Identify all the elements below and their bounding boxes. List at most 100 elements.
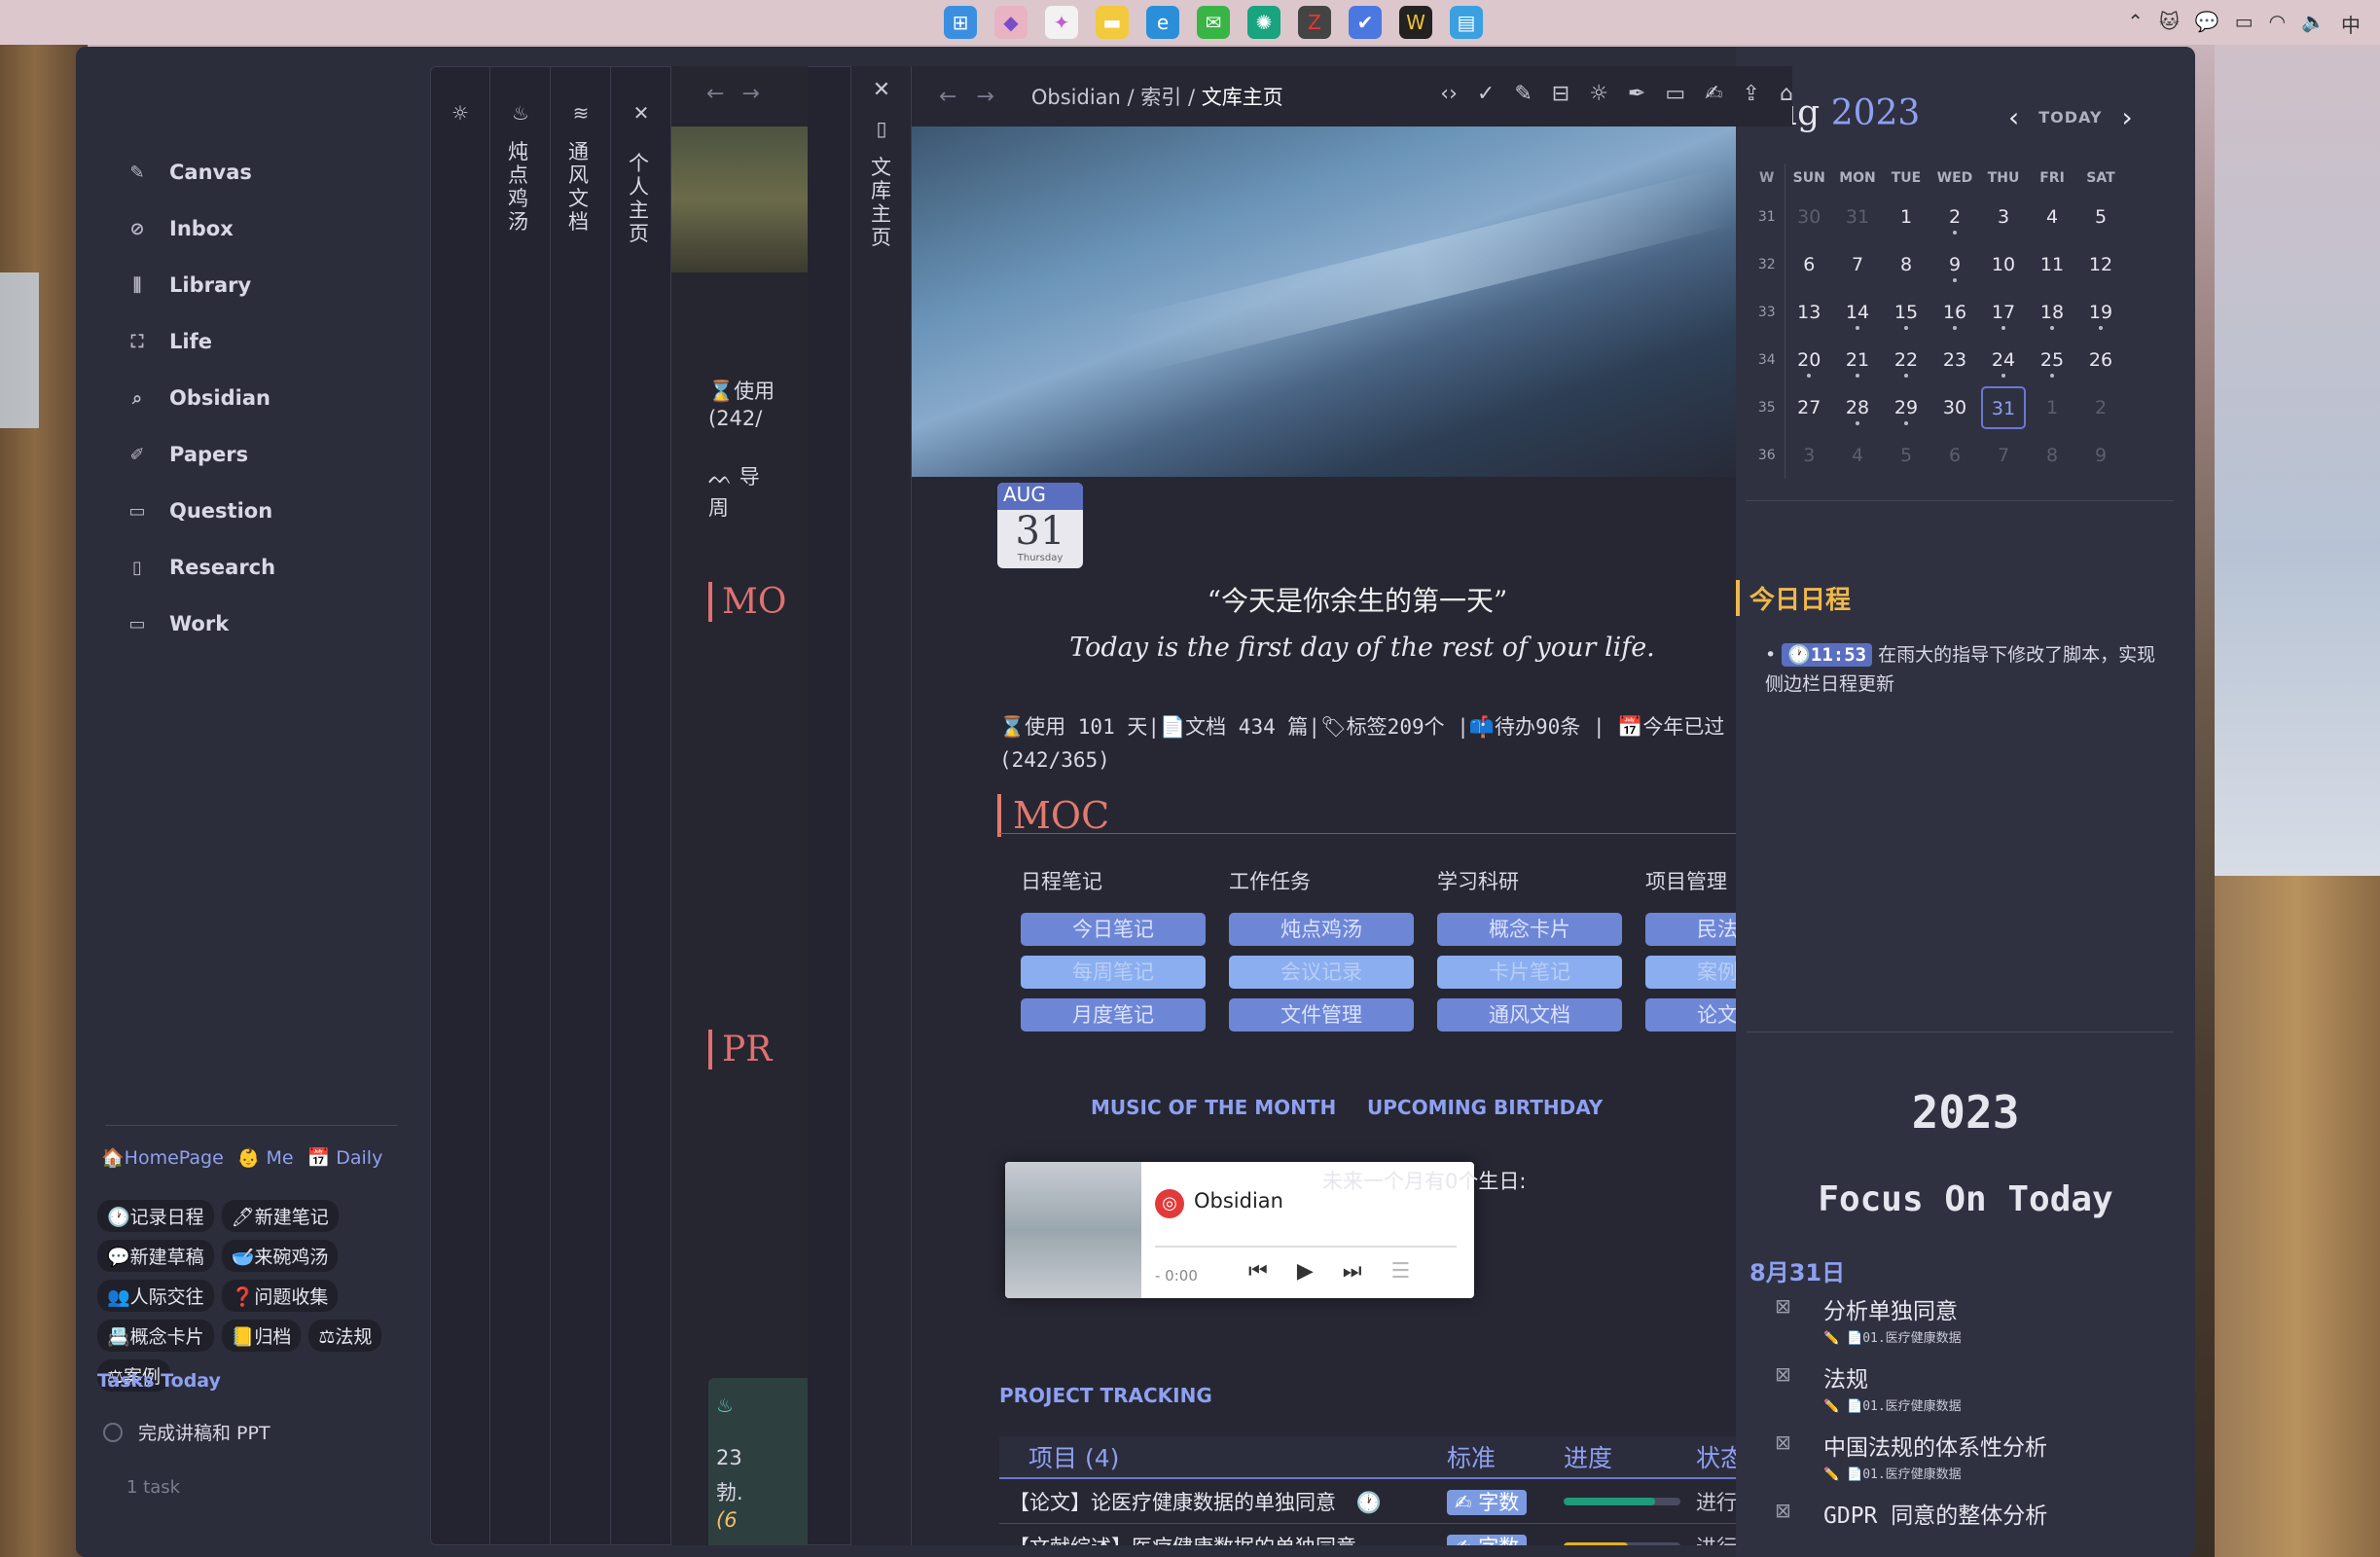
calendar-day[interactable]: 1 bbox=[1882, 193, 1930, 240]
calendar-day[interactable]: 5 bbox=[1882, 431, 1930, 479]
lightbulb-icon[interactable]: ☼ bbox=[1589, 82, 1608, 106]
calendar-day[interactable]: 6 bbox=[1785, 240, 1833, 288]
wps-app-icon[interactable]: W bbox=[1399, 6, 1432, 39]
tray-cat-icon[interactable]: 🐱 bbox=[2159, 10, 2180, 38]
calendar-day[interactable]: 25 bbox=[2028, 336, 2076, 383]
ruler-icon[interactable]: ✎ bbox=[1514, 82, 1532, 106]
me-link[interactable]: 👶 Me bbox=[237, 1146, 294, 1169]
tray-wechat-icon[interactable]: 💬 bbox=[2195, 10, 2219, 38]
focus-item[interactable]: ⊠ 中国法规的体系性分析 ✏️ 📄01.医疗健康数据 bbox=[1775, 1429, 2183, 1497]
calendar-day[interactable]: 28 bbox=[1833, 383, 1882, 431]
moc-button[interactable]: 月度笔记 bbox=[1021, 998, 1206, 1032]
nav-item-papers[interactable]: ✐ Papers bbox=[125, 426, 275, 483]
chip-laws[interactable]: ⚖法规 bbox=[308, 1320, 382, 1352]
focus-item[interactable]: ⊠ 法规 ✏️ 📄01.医疗健康数据 bbox=[1775, 1360, 2183, 1429]
calendar-day[interactable]: 29 bbox=[1882, 383, 1930, 431]
close-icon[interactable]: ✕ bbox=[611, 101, 671, 125]
calendar-day[interactable]: 17 bbox=[1979, 288, 2028, 336]
focus-item[interactable]: ⊠ GDPR 同意的整体分析 bbox=[1775, 1497, 2183, 1557]
calendar-day[interactable]: 3 bbox=[1785, 431, 1833, 479]
calendar-day[interactable]: 14 bbox=[1833, 288, 1882, 336]
seek-bar[interactable] bbox=[1155, 1246, 1457, 1248]
calendar-day[interactable]: 23 bbox=[1930, 336, 1979, 383]
calendar-day[interactable]: 13 bbox=[1785, 288, 1833, 336]
inbox-icon[interactable]: ⊟ bbox=[1552, 82, 1569, 106]
column-header[interactable]: 项目 (4) bbox=[999, 1439, 1447, 1474]
calendar-day[interactable]: 30 bbox=[1785, 193, 1833, 240]
chip-new-note[interactable]: 🖊新建笔记 bbox=[221, 1200, 339, 1232]
obsidian-app-icon[interactable]: ◆ bbox=[994, 6, 1028, 39]
calendar-day[interactable]: 15 bbox=[1882, 288, 1930, 336]
wifi-icon[interactable]: ◠ bbox=[2269, 10, 2286, 38]
stacked-tab-soup[interactable]: ♨ 炖点鸡汤 bbox=[490, 66, 551, 1545]
wechat-app-icon[interactable]: ✉ bbox=[1197, 6, 1230, 39]
breadcrumb-item[interactable]: Obsidian bbox=[1031, 86, 1121, 109]
moc-button[interactable]: 会议记录 bbox=[1229, 956, 1414, 989]
table-row[interactable]: 【文献综述】医疗健康数据的单独同意 ✍ 字数 进行中 bbox=[999, 1524, 1792, 1545]
stacked-tab-ventilation[interactable]: ≋ 通风文档 bbox=[551, 66, 611, 1545]
calendar-day[interactable]: 4 bbox=[2028, 193, 2076, 240]
moc-button[interactable]: 通风文档 bbox=[1437, 998, 1622, 1032]
chip-questions[interactable]: ❓问题收集 bbox=[221, 1280, 339, 1312]
calendar-day[interactable]: 7 bbox=[1979, 431, 2028, 479]
moc-button[interactable]: 每周笔记 bbox=[1021, 956, 1206, 989]
task-item[interactable]: 完成讲稿和 PPT bbox=[103, 1419, 270, 1445]
calendar-day-selected[interactable]: 31 bbox=[1979, 383, 2028, 431]
moc-button[interactable]: 文件管理 bbox=[1229, 998, 1414, 1032]
calendar-day[interactable]: 3 bbox=[1979, 193, 2028, 240]
breadcrumb-current[interactable]: 文库主页 bbox=[1202, 86, 1283, 109]
calendar-day[interactable]: 1 bbox=[2028, 383, 2076, 431]
calendar-day[interactable]: 21 bbox=[1833, 336, 1882, 383]
previous-icon[interactable]: ⏮ bbox=[1248, 1259, 1268, 1284]
column-header[interactable]: 进度 bbox=[1564, 1439, 1696, 1474]
play-icon[interactable]: ▶ bbox=[1297, 1259, 1314, 1284]
chip-archive[interactable]: 📒归档 bbox=[221, 1320, 302, 1352]
export-icon[interactable]: ⇪ bbox=[1743, 82, 1760, 106]
calendar-day[interactable]: 12 bbox=[2076, 240, 2125, 288]
calendar-day[interactable]: 11 bbox=[2028, 240, 2076, 288]
calendar-day[interactable]: 26 bbox=[2076, 336, 2125, 383]
chevron-right-icon[interactable]: › bbox=[2121, 101, 2132, 133]
calendar-day[interactable]: 7 bbox=[1833, 240, 1882, 288]
chevron-left-icon[interactable]: ‹ bbox=[2008, 101, 2019, 133]
week-number[interactable]: 34 bbox=[1749, 336, 1785, 383]
task-checkbox[interactable] bbox=[103, 1422, 123, 1442]
code-icon[interactable]: ‹› bbox=[1440, 82, 1458, 106]
column-header[interactable]: 标准 bbox=[1447, 1439, 1564, 1474]
start-icon[interactable]: ⊞ bbox=[944, 6, 977, 39]
calendar-day[interactable]: 27 bbox=[1785, 383, 1833, 431]
nav-item-life[interactable]: ⛶ Life bbox=[125, 313, 275, 370]
calendar-day[interactable]: 22 bbox=[1882, 336, 1930, 383]
moc-button[interactable]: 今日笔记 bbox=[1021, 913, 1206, 946]
homepage-link[interactable]: 🏠HomePage bbox=[101, 1146, 224, 1169]
calendar-day[interactable]: 6 bbox=[1930, 431, 1979, 479]
nav-item-question[interactable]: ▭ Question bbox=[125, 483, 275, 539]
volume-icon[interactable]: 🔈 bbox=[2301, 10, 2326, 38]
playlist-icon[interactable]: ☰ bbox=[1391, 1259, 1411, 1284]
chip-soup[interactable]: 🥣来碗鸡汤 bbox=[221, 1240, 339, 1272]
week-number[interactable]: 32 bbox=[1749, 240, 1785, 288]
focus-item[interactable]: ⊠ 分析单独同意 ✏️ 📄01.医疗健康数据 bbox=[1775, 1292, 2183, 1360]
nav-item-obsidian[interactable]: ⌕ Obsidian bbox=[125, 370, 275, 426]
chip-contacts[interactable]: 👥人际交往 bbox=[97, 1280, 214, 1312]
calendar-day[interactable]: 5 bbox=[2076, 193, 2125, 240]
home-calendar-icon[interactable]: ⌂ bbox=[1780, 82, 1792, 106]
calendar-day[interactable]: 2 bbox=[2076, 383, 2125, 431]
week-number[interactable]: 36 bbox=[1749, 431, 1785, 479]
calendar-day[interactable]: 9 bbox=[2076, 431, 2125, 479]
signature-icon[interactable]: ✍ bbox=[1705, 82, 1722, 106]
calendar-day[interactable]: 24 bbox=[1979, 336, 2028, 383]
today-button[interactable]: TODAY bbox=[2038, 108, 2102, 127]
stacked-tab-blank[interactable]: ☼ bbox=[430, 66, 490, 1545]
nav-item-canvas[interactable]: ✎ Canvas bbox=[125, 144, 275, 200]
calendar-day[interactable]: 19 bbox=[2076, 288, 2125, 336]
week-number[interactable]: 33 bbox=[1749, 288, 1785, 336]
pen-icon[interactable]: ✒ bbox=[1628, 82, 1645, 106]
tray-overflow-icon[interactable]: ⌃ bbox=[2127, 10, 2144, 38]
moc-button[interactable]: 概念卡片 bbox=[1437, 913, 1622, 946]
calendar-day[interactable]: 4 bbox=[1833, 431, 1882, 479]
notes-app-icon[interactable]: ✔ bbox=[1349, 6, 1382, 39]
stacked-tab-library-home[interactable]: ✕ ▯ 文库主页 bbox=[851, 66, 912, 1545]
back-forward-arrows[interactable]: ←→ bbox=[939, 85, 1014, 109]
nav-item-library[interactable]: ⫼ Library bbox=[125, 257, 275, 313]
